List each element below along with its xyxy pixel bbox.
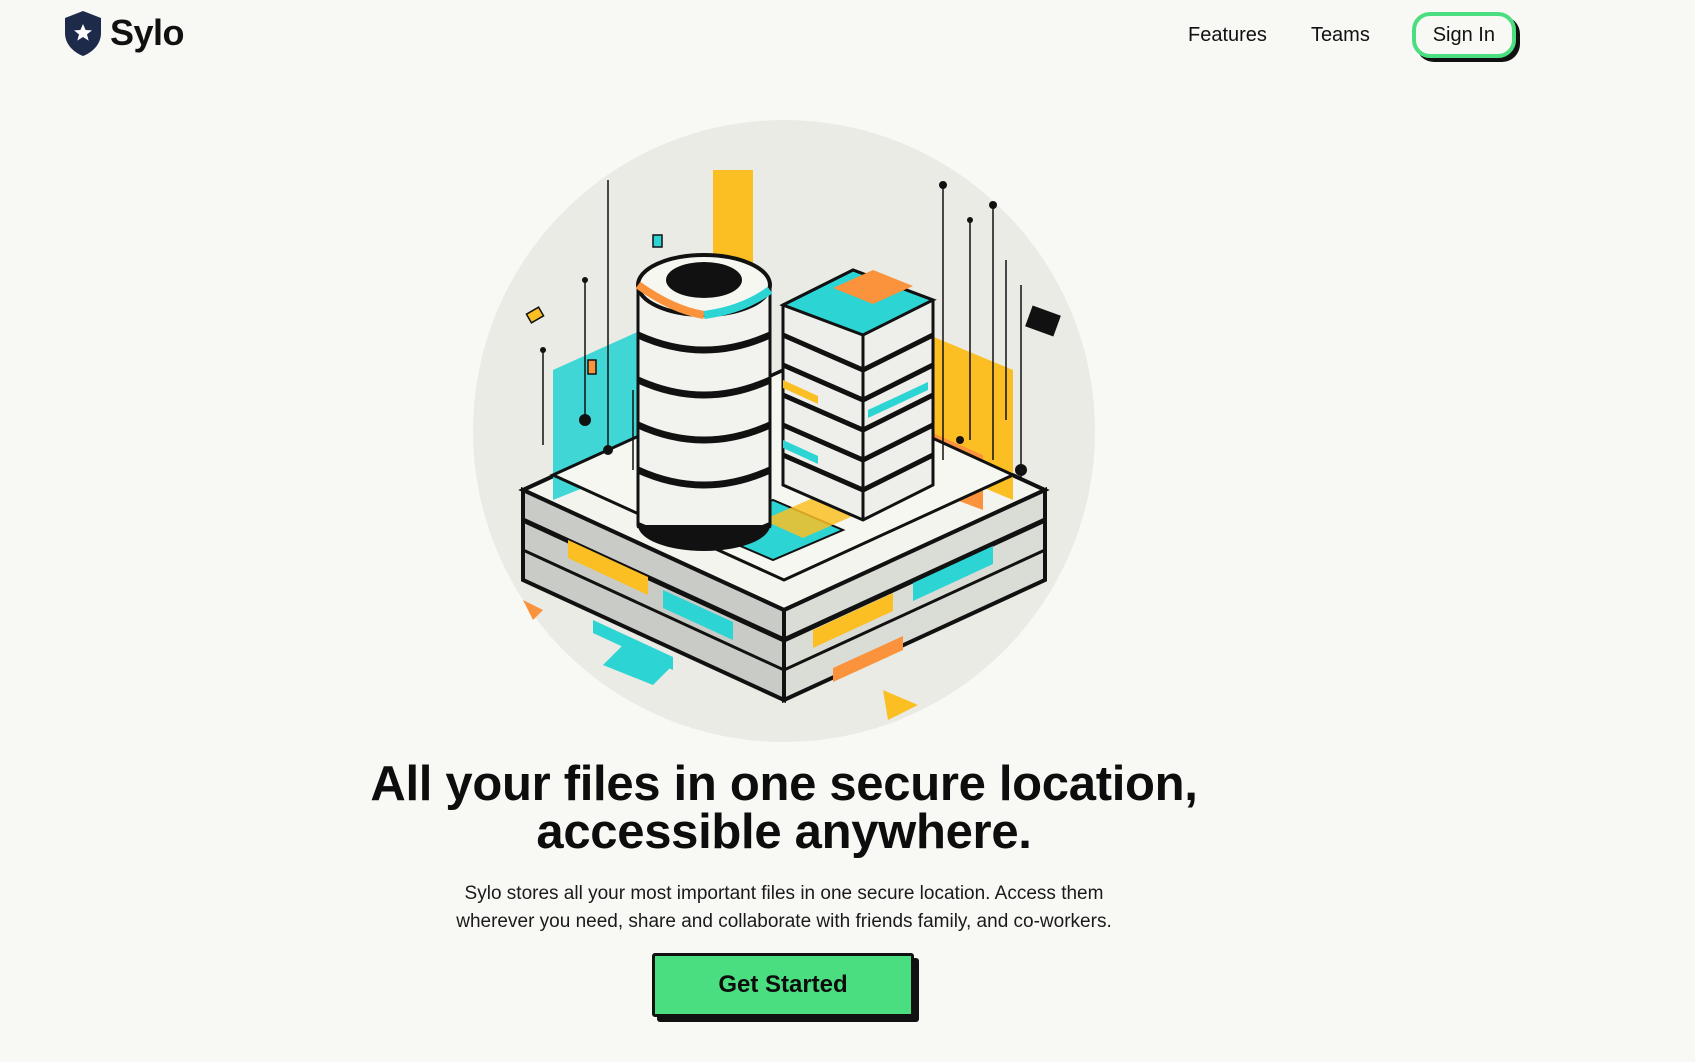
hero-headline-line2: accessible anywhere.	[536, 805, 1032, 859]
sign-in-button-wrapper: Sign In	[1411, 12, 1520, 62]
hero-illustration	[473, 120, 1095, 742]
brand-name: Sylo	[110, 12, 185, 53]
shield-star-icon	[65, 11, 101, 56]
hero-subtext-line2: wherever you need, share and collaborate…	[456, 911, 1112, 932]
nav-features-link[interactable]: Features	[1188, 12, 1267, 58]
hero-headline: All your files in one secure location, a…	[300, 757, 1268, 859]
get-started-button[interactable]: Get Started	[652, 953, 914, 1017]
server-building-illustration	[473, 120, 1095, 742]
landing-page: Sylo Features Teams Sign In All your fil…	[0, 0, 1695, 1062]
get-started-button-wrapper: Get Started	[652, 953, 919, 1022]
sign-in-button[interactable]: Sign In	[1411, 12, 1516, 58]
hero-subtext: Sylo stores all your most important file…	[430, 880, 1138, 936]
site-header: Sylo Features Teams Sign In	[0, 0, 1695, 72]
nav-teams-link[interactable]: Teams	[1311, 12, 1370, 58]
hero-headline-line1: All your files in one secure location,	[370, 757, 1198, 811]
hero-subtext-line1: Sylo stores all your most important file…	[464, 883, 1104, 904]
main-nav: Features Teams Sign In	[1188, 12, 1520, 62]
brand-logo[interactable]: Sylo	[62, 9, 185, 57]
